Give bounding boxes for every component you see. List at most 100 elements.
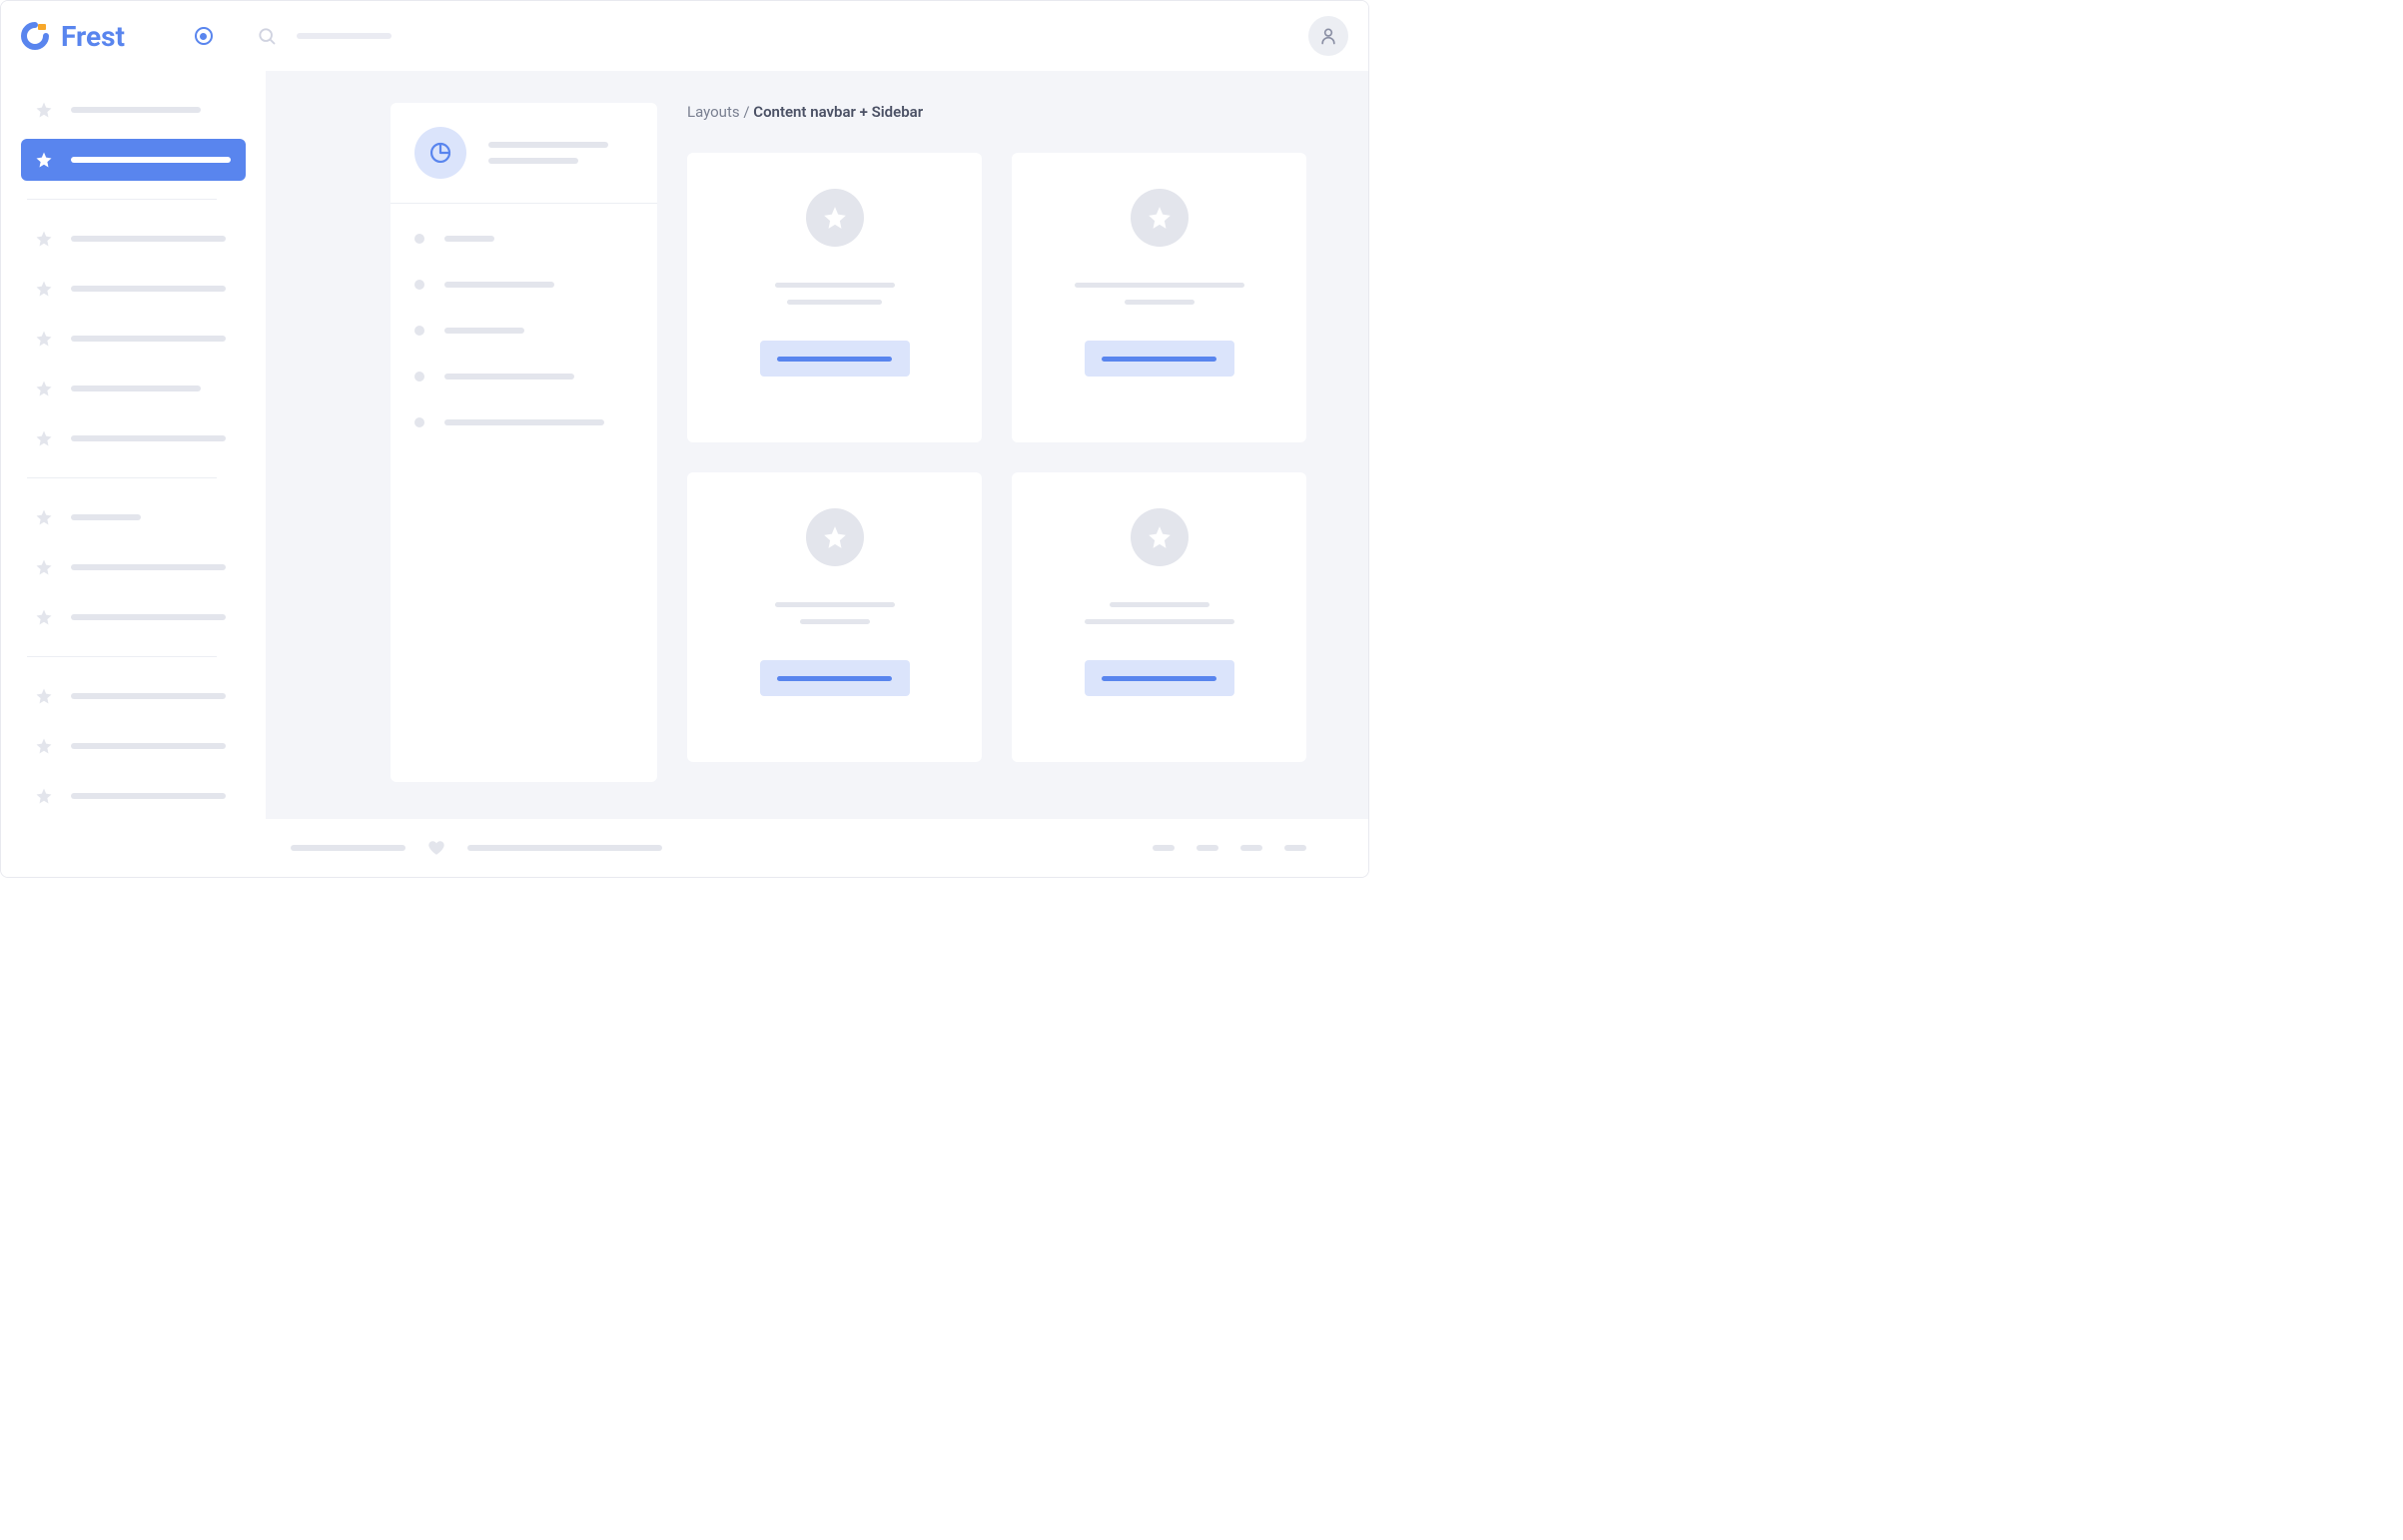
sidebar — [1, 71, 266, 819]
nav-label — [71, 693, 226, 699]
breadcrumb: Layouts / Content navbar + Sidebar — [687, 103, 1306, 121]
content-area: Layouts / Content navbar + Sidebar — [266, 71, 1368, 819]
app-frame: Frest — [0, 0, 1369, 878]
star-icon — [35, 737, 53, 755]
card — [687, 153, 982, 442]
card-subtitle — [800, 619, 870, 624]
star-icon — [35, 380, 53, 397]
star-icon — [35, 429, 53, 447]
card-subtitle — [787, 300, 882, 305]
sidebar-item[interactable] — [21, 417, 246, 459]
brand[interactable]: Frest — [21, 20, 125, 53]
nav-label — [71, 107, 201, 113]
star-icon — [35, 687, 53, 705]
heart-icon — [427, 839, 445, 857]
nav-label — [71, 614, 226, 620]
divider — [391, 203, 657, 204]
star-icon — [1131, 508, 1189, 566]
content-sidebar-title — [488, 142, 608, 164]
card-title — [1075, 283, 1244, 288]
aside-item[interactable] — [414, 417, 633, 427]
star-icon — [35, 330, 53, 348]
star-icon — [1131, 189, 1189, 247]
footer-link[interactable] — [1240, 845, 1262, 851]
card-title — [775, 283, 895, 288]
aside-item[interactable] — [414, 234, 633, 244]
brand-logo-icon — [21, 22, 49, 50]
nav-label — [71, 793, 226, 799]
aside-item[interactable] — [414, 280, 633, 290]
star-icon — [35, 608, 53, 626]
bullet-icon — [414, 417, 424, 427]
aside-label — [444, 236, 494, 242]
nav-label — [71, 435, 226, 441]
card-subtitle — [1085, 619, 1234, 624]
card-action-button[interactable] — [1085, 341, 1234, 377]
bullet-icon — [414, 372, 424, 382]
breadcrumb-separator: / — [743, 103, 749, 121]
aside-label — [444, 328, 524, 334]
card-action-button[interactable] — [760, 341, 910, 377]
card-title — [775, 602, 895, 607]
nav-label — [71, 336, 226, 342]
sidebar-item[interactable] — [21, 218, 246, 260]
star-icon — [35, 151, 53, 169]
sidebar-item[interactable] — [21, 725, 246, 767]
brand-name: Frest — [61, 20, 125, 53]
card-action-label — [777, 676, 892, 681]
card-action-label — [1102, 676, 1216, 681]
search-input[interactable] — [297, 33, 392, 39]
card-action-button[interactable] — [760, 660, 910, 696]
star-icon — [35, 280, 53, 298]
card-title — [1110, 602, 1209, 607]
aside-item[interactable] — [414, 372, 633, 382]
search-icon[interactable] — [257, 26, 277, 46]
star-icon — [806, 189, 864, 247]
sidebar-item[interactable] — [21, 368, 246, 409]
nav-divider — [27, 477, 217, 478]
sidebar-item[interactable] — [21, 89, 246, 131]
sidebar-item[interactable] — [21, 775, 246, 817]
nav-label — [71, 157, 231, 163]
nav-divider — [27, 656, 217, 657]
sidebar-item[interactable] — [21, 318, 246, 360]
pin-toggle-icon[interactable] — [195, 27, 213, 45]
card — [1012, 472, 1306, 762]
footer — [1, 819, 1368, 877]
nav-label — [71, 514, 141, 520]
footer-link[interactable] — [1153, 845, 1175, 851]
sidebar-item-active[interactable] — [21, 139, 246, 181]
sidebar-item[interactable] — [21, 496, 246, 538]
footer-text — [467, 845, 662, 851]
card — [687, 472, 982, 762]
card-action-label — [777, 357, 892, 362]
aside-item[interactable] — [414, 326, 633, 336]
nav-divider — [27, 199, 217, 200]
footer-link[interactable] — [1284, 845, 1306, 851]
bullet-icon — [414, 326, 424, 336]
card-action-button[interactable] — [1085, 660, 1234, 696]
sidebar-item[interactable] — [21, 596, 246, 638]
nav-label — [71, 236, 226, 242]
bullet-icon — [414, 234, 424, 244]
card — [1012, 153, 1306, 442]
footer-link[interactable] — [1197, 845, 1218, 851]
breadcrumb-parent[interactable]: Layouts — [687, 103, 740, 121]
breadcrumb-current: Content navbar + Sidebar — [753, 103, 923, 121]
topbar: Frest — [1, 1, 1368, 71]
nav-label — [71, 564, 226, 570]
card-action-label — [1102, 357, 1216, 362]
star-icon — [35, 508, 53, 526]
nav-label — [71, 743, 226, 749]
star-icon — [35, 558, 53, 576]
user-menu-button[interactable] — [1308, 16, 1348, 56]
card-subtitle — [1125, 300, 1195, 305]
nav-label — [71, 286, 226, 292]
star-icon — [35, 787, 53, 805]
sidebar-item[interactable] — [21, 675, 246, 717]
footer-text — [291, 845, 405, 851]
content-sidebar — [391, 103, 657, 782]
sidebar-item[interactable] — [21, 268, 246, 310]
sidebar-item[interactable] — [21, 546, 246, 588]
star-icon — [806, 508, 864, 566]
